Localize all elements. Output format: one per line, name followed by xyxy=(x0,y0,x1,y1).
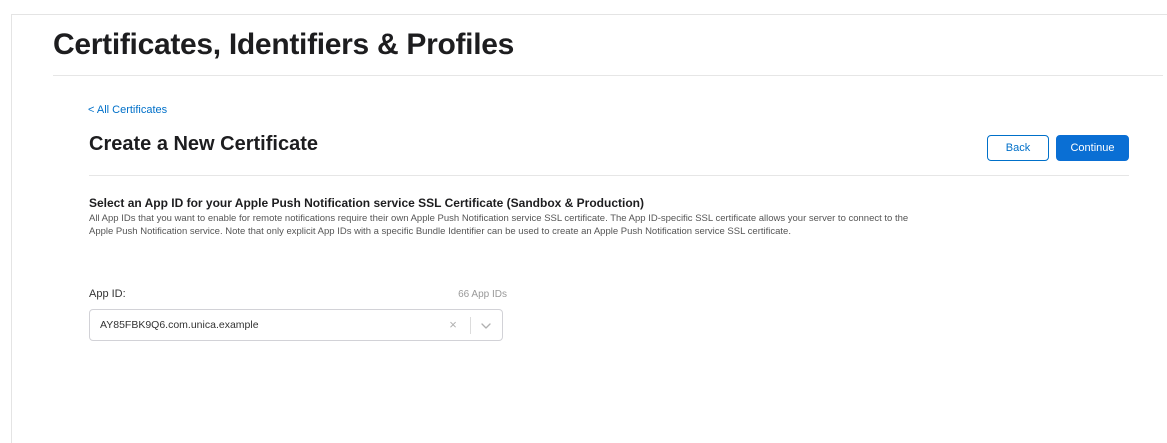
section-title: Create a New Certificate xyxy=(89,133,318,155)
select-separator xyxy=(470,317,471,334)
app-id-count: 66 App IDs xyxy=(458,289,507,300)
section-divider xyxy=(89,175,1129,176)
close-icon[interactable]: × xyxy=(446,317,460,333)
title-divider xyxy=(53,75,1163,76)
app-id-selected-value: AY85FBK9Q6.com.unica.example xyxy=(100,319,259,331)
description-body: All App IDs that you want to enable for … xyxy=(89,213,909,237)
description-heading: Select an App ID for your Apple Push Not… xyxy=(89,196,644,210)
page-title: Certificates, Identifiers & Profiles xyxy=(53,28,515,61)
app-id-label: App ID: xyxy=(89,288,126,300)
app-id-select[interactable]: AY85FBK9Q6.com.unica.example × xyxy=(89,309,503,341)
browser-page: Certificates, Identifiers & Profiles < A… xyxy=(11,14,1167,443)
chevron-down-icon[interactable] xyxy=(479,319,493,333)
all-certificates-link[interactable]: < All Certificates xyxy=(88,104,167,116)
back-button[interactable]: Back xyxy=(987,135,1049,161)
continue-button[interactable]: Continue xyxy=(1056,135,1129,161)
